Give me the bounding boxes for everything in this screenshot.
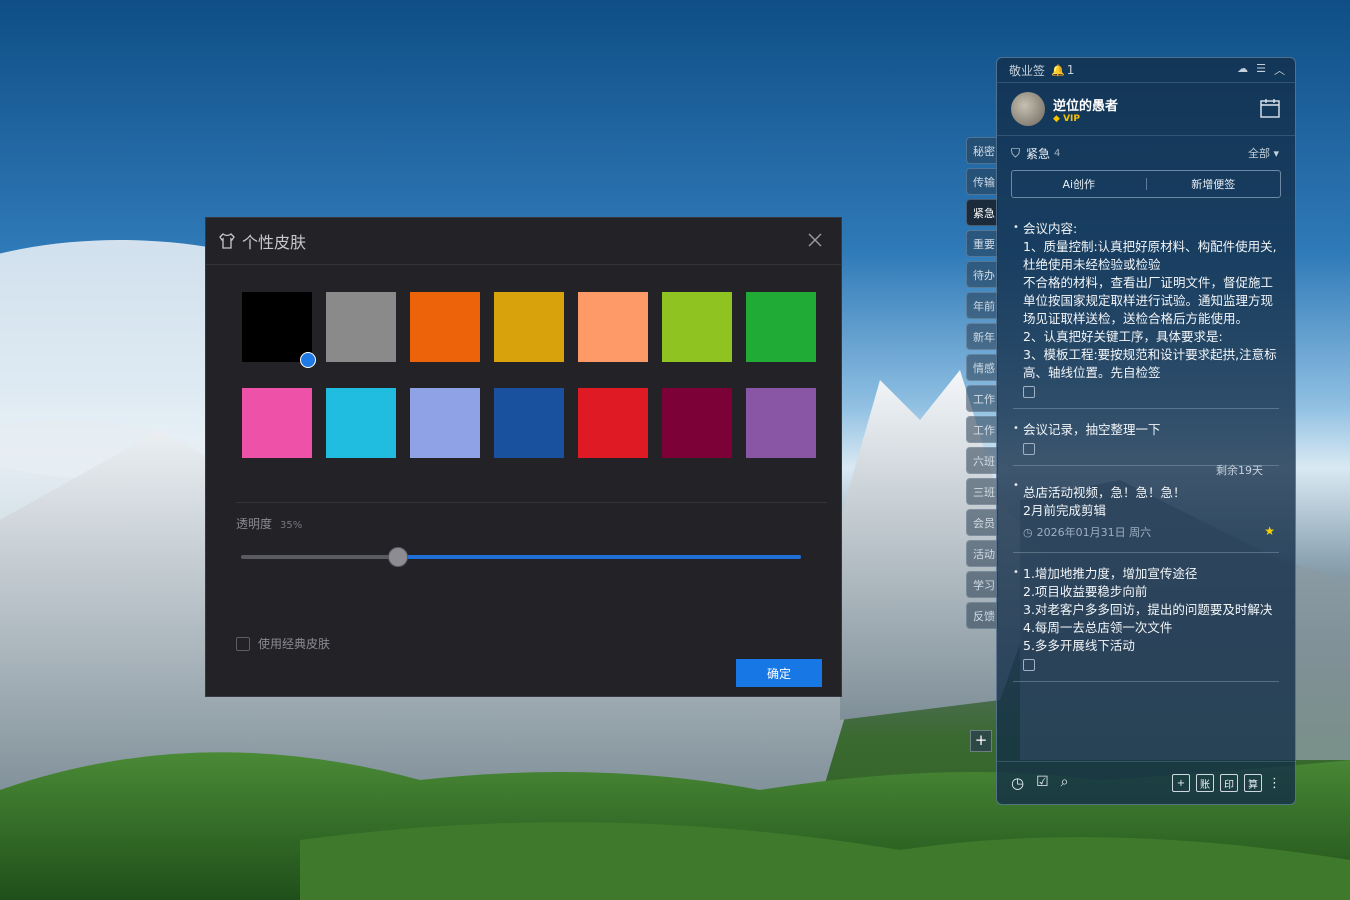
skin-dialog: 个性皮肤 透明度 35% 使用经典皮肤 确定 (205, 217, 842, 697)
print-button[interactable]: 印 (1220, 774, 1238, 792)
ai-create-button[interactable]: Ai创作 (1012, 171, 1146, 197)
category-tab[interactable]: 紧急 (966, 199, 998, 226)
category-tab[interactable]: 待办 (966, 261, 998, 288)
confirm-button[interactable]: 确定 (736, 659, 822, 687)
attachment-icon (1023, 386, 1035, 398)
category-tab[interactable]: 三班 (966, 478, 998, 505)
checkbox-box[interactable] (236, 636, 250, 651)
account-button[interactable]: 账 (1196, 774, 1214, 792)
note-text: 1.增加地推力度，增加宣传途径 2.项目收益要稳步向前 3.对老客户多多回访，提… (1023, 566, 1273, 653)
category-tab[interactable]: 学习 (966, 571, 998, 598)
color-swatch[interactable] (746, 388, 816, 458)
color-swatch[interactable] (326, 388, 396, 458)
dialog-title: 个性皮肤 (242, 233, 307, 252)
opacity-label: 透明度 (236, 517, 273, 531)
note-item[interactable]: 会议记录，抽空整理一下 (1013, 409, 1279, 466)
star-icon[interactable]: ★ (1264, 522, 1275, 540)
shirt-icon (219, 233, 235, 249)
menu-icon[interactable]: ☰ (1256, 62, 1266, 78)
opacity-label-row: 透明度 35% (236, 515, 302, 532)
category-header: ⛉ 紧急 4 全部 ▾ (997, 136, 1295, 170)
notes-list: 会议内容: 1、质量控制:认真把好原材料、构配件使用关,杜绝使用未经检验或检验 … (997, 208, 1295, 682)
add-note-icon[interactable]: + (1172, 774, 1190, 792)
category-tab[interactable]: 活动 (966, 540, 998, 567)
collapse-icon[interactable]: ︿ (1274, 62, 1285, 78)
slider-fill (397, 555, 801, 559)
opacity-slider[interactable] (241, 547, 801, 567)
avatar[interactable] (1011, 92, 1045, 126)
note-item[interactable]: 1.增加地推力度，增加宣传途径 2.项目收益要稳步向前 3.对老客户多多回访，提… (1013, 553, 1279, 682)
app-name: 敬业签 (1009, 63, 1046, 78)
vip-label: VIP (1063, 113, 1080, 124)
note-item[interactable]: 会议内容: 1、质量控制:认真把好原材料、构配件使用关,杜绝使用未经检验或检验 … (1013, 208, 1279, 409)
note-item[interactable]: 剩余19天总店活动视频，急！急！急！ 2月前完成剪辑 ◷2026年01月31日 周… (1013, 464, 1279, 553)
category-tab[interactable]: 反馈 (966, 602, 998, 629)
classic-skin-checkbox[interactable]: 使用经典皮肤 (236, 635, 330, 652)
category-tab[interactable]: 六班 (966, 447, 998, 474)
close-icon[interactable] (807, 232, 823, 248)
new-note-button[interactable]: 新增便签 (1147, 171, 1281, 197)
due-date: ◷ 2026年01月31日 周六 (1023, 524, 1279, 542)
classic-skin-label: 使用经典皮肤 (258, 637, 331, 651)
clock-icon[interactable]: ◷ (1011, 774, 1024, 792)
note-text: 会议内容: 1、质量控制:认真把好原材料、构配件使用关,杜绝使用未经检验或检验 … (1023, 221, 1277, 380)
category-name: 紧急 (1026, 146, 1051, 161)
user-header: 逆位的愚者 ◆ VIP (997, 83, 1295, 136)
clock-icon: ◷ (1023, 526, 1033, 539)
category-tab[interactable]: 传输 (966, 168, 998, 195)
category-count: 4 (1054, 147, 1061, 159)
color-swatch[interactable] (578, 388, 648, 458)
opacity-value: 35% (280, 520, 303, 531)
note-text: 会议记录，抽空整理一下 (1023, 422, 1161, 437)
color-swatch[interactable] (662, 292, 732, 362)
due-date-text: 2026年01月31日 周六 (1036, 526, 1152, 539)
cloud-sync-icon[interactable]: ☁ (1237, 62, 1248, 78)
color-swatch[interactable] (494, 388, 564, 458)
category-tab[interactable]: 重要 (966, 230, 998, 257)
color-swatch[interactable] (662, 388, 732, 458)
color-swatch[interactable] (578, 292, 648, 362)
note-category-tabs: 秘密 传输 紧急 重要 待办 年前 新年 情感 工作 工作 六班 三班 会员 活动 学习 反馈 (966, 137, 998, 633)
more-icon[interactable]: ⋮ (1268, 776, 1281, 791)
divider (236, 502, 827, 503)
calendar-icon[interactable] (1259, 97, 1281, 119)
calculate-button[interactable]: 算 (1244, 774, 1262, 792)
notes-panel: 敬业签 🔔 1 ☁ ☰ ︿ 逆位的愚者 ◆ VIP ⛉ 紧急 4 全部 ▾ Ai… (996, 57, 1296, 805)
remaining-days: 剩余19天 (1216, 464, 1263, 477)
category-tab[interactable]: 工作 (966, 416, 998, 443)
color-swatch[interactable] (242, 388, 312, 458)
color-swatch[interactable] (242, 292, 316, 368)
done-box-icon[interactable]: ☑ (1036, 774, 1049, 792)
action-buttons: Ai创作 新增便签 (1011, 170, 1281, 198)
category-tab[interactable]: 工作 (966, 385, 998, 412)
category-tab[interactable]: 会员 (966, 509, 998, 536)
panel-titlebar: 敬业签 🔔 1 ☁ ☰ ︿ (997, 58, 1295, 83)
color-swatch[interactable] (326, 292, 396, 362)
color-swatch[interactable] (746, 292, 816, 362)
color-swatch[interactable] (494, 292, 564, 362)
panel-toolbar: ◷ ☑ ⌕ + 账 印 算 ⋮ (997, 761, 1295, 804)
category-tab[interactable]: 年前 (966, 292, 998, 319)
filter-label: 全部 (1247, 147, 1270, 160)
color-swatch[interactable] (410, 388, 480, 458)
filter-dropdown[interactable]: 全部 ▾ (1248, 145, 1279, 161)
selected-check-icon (300, 352, 316, 368)
bell-icon[interactable]: 🔔 (1051, 64, 1065, 77)
bookmark-icon: ⛉ (1011, 145, 1021, 160)
vip-badge: ◆ VIP (1053, 113, 1080, 124)
note-text: 总店活动视频，急！急！急！ 2月前完成剪辑 (1023, 485, 1186, 518)
attachment-icon (1023, 443, 1035, 455)
attachment-icon (1023, 659, 1035, 671)
slider-handle[interactable] (387, 547, 408, 567)
category-tab[interactable]: 情感 (966, 354, 998, 381)
dialog-header: 个性皮肤 (206, 218, 841, 265)
color-swatch[interactable] (410, 292, 480, 362)
reminder-count: 1 (1066, 63, 1075, 77)
search-icon[interactable]: ⌕ (1061, 774, 1069, 792)
add-category-button[interactable]: + (970, 730, 992, 752)
color-swatch-grid (242, 292, 816, 458)
user-name: 逆位的愚者 (1053, 98, 1119, 114)
category-tab[interactable]: 秘密 (966, 137, 998, 164)
category-tab[interactable]: 新年 (966, 323, 998, 350)
